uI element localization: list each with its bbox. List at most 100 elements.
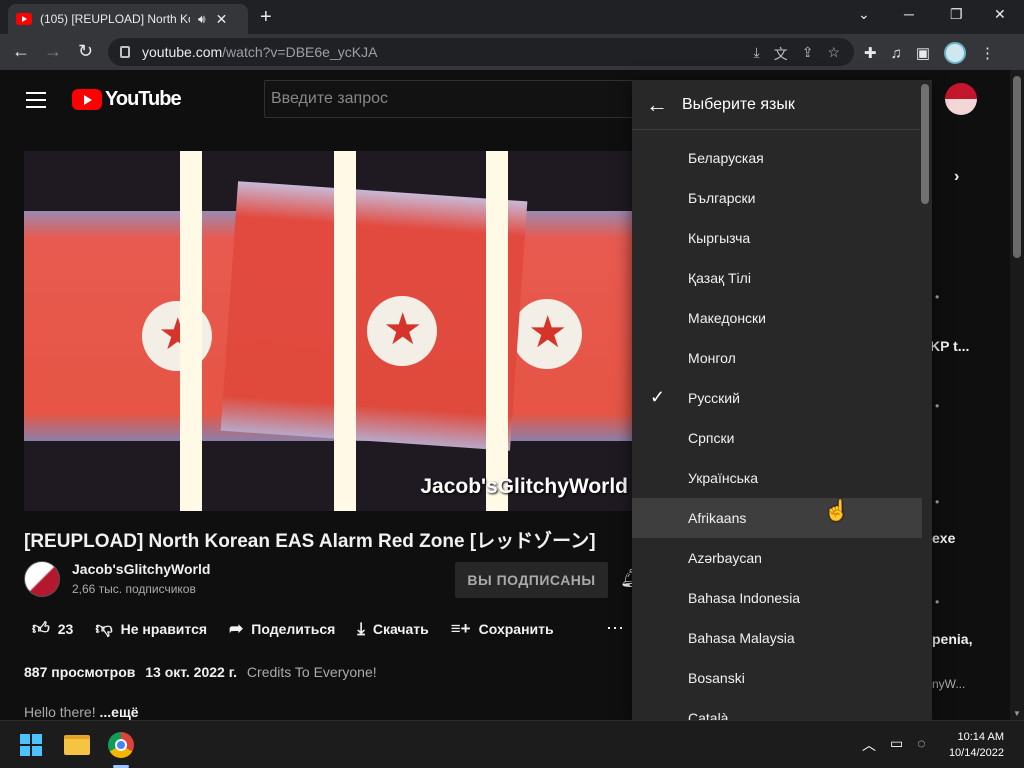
media-control-icon[interactable]: ♫ bbox=[891, 45, 902, 62]
file-explorer-icon[interactable] bbox=[64, 735, 90, 755]
language-option[interactable]: Български bbox=[632, 178, 922, 218]
language-list: Беларуская Български Кыргызча Қазақ Тілі Мак… bbox=[632, 138, 922, 738]
share-label: Поделиться bbox=[251, 620, 336, 637]
video-pillar bbox=[334, 151, 356, 511]
restore-button[interactable]: ❐ bbox=[950, 6, 963, 23]
profile-avatar[interactable] bbox=[944, 42, 967, 64]
thumbs-up-icon: 👍︎ bbox=[32, 619, 50, 638]
language-option[interactable]: Afrikaans bbox=[632, 498, 922, 538]
forward-button[interactable]: → bbox=[44, 41, 62, 62]
language-option-label: Српски bbox=[688, 430, 735, 446]
video-pillar bbox=[486, 151, 508, 511]
chevron-right-icon[interactable]: › bbox=[954, 168, 959, 186]
tab-search-icon[interactable]: ⌄ bbox=[858, 6, 870, 23]
sidebar-dot: • bbox=[935, 399, 940, 413]
side-panel-icon[interactable]: ▣ bbox=[916, 44, 930, 62]
system-clock[interactable]: 10:14 AM 10/14/2022 bbox=[949, 729, 1004, 761]
language-option[interactable]: Српски bbox=[632, 418, 922, 458]
language-option[interactable]: Bahasa Malaysia bbox=[632, 618, 922, 658]
language-option[interactable]: Українська bbox=[632, 458, 922, 498]
show-more-link[interactable]: ...ещё bbox=[99, 704, 138, 720]
windows-start-icon[interactable] bbox=[20, 734, 42, 756]
language-option-label: Кыргызча bbox=[688, 230, 751, 246]
language-menu-scrollbar[interactable] bbox=[921, 84, 929, 204]
page-scrollbar-thumb[interactable] bbox=[1013, 76, 1021, 258]
download-icon: ⤓ bbox=[357, 618, 365, 638]
view-count: 887 просмотров bbox=[24, 664, 136, 680]
system-tray: ︿ ▭ ◌ bbox=[862, 735, 926, 755]
video-watermark: Jacob'sGlitchyWorld bbox=[420, 475, 628, 498]
channel-avatar[interactable] bbox=[24, 561, 60, 597]
url-host: youtube.com bbox=[142, 44, 223, 60]
sidebar-fragment[interactable]: exe bbox=[932, 530, 955, 546]
account-avatar[interactable] bbox=[945, 83, 977, 115]
bookmark-star-icon[interactable]: ☆ bbox=[827, 44, 840, 64]
subscribed-button[interactable]: ВЫ ПОДПИСАНЫ bbox=[455, 562, 608, 598]
upload-date: 13 окт. 2022 г. bbox=[145, 664, 238, 680]
like-button[interactable]: 👍︎ 23 bbox=[32, 618, 73, 639]
language-option-label: Bahasa Indonesia bbox=[688, 590, 801, 606]
translate-icon[interactable]: 文 bbox=[774, 44, 788, 64]
playlist-add-icon: ≡+ bbox=[450, 618, 471, 638]
dislike-button[interactable]: 👎︎ Не нравится bbox=[95, 618, 207, 639]
youtube-play-icon bbox=[72, 89, 102, 110]
scroll-down-icon[interactable]: ▼ bbox=[1013, 709, 1021, 718]
tab-close-icon[interactable]: ✕ bbox=[216, 11, 228, 28]
chrome-icon[interactable] bbox=[108, 732, 134, 758]
language-option[interactable]: Қазақ Тілі bbox=[632, 258, 922, 298]
back-arrow-icon[interactable]: ← bbox=[646, 93, 668, 116]
language-option-label: Afrikaans bbox=[688, 510, 747, 526]
speaker-icon[interactable]: 🔊︎ bbox=[198, 12, 206, 27]
like-count: 23 bbox=[57, 620, 74, 637]
minimize-button[interactable]: ─ bbox=[904, 6, 914, 22]
close-window-button[interactable]: ✕ bbox=[994, 6, 1006, 23]
browser-tab[interactable]: (105) [REUPLOAD] North Korean EAS Alarm … bbox=[8, 4, 248, 34]
new-tab-button[interactable]: + bbox=[260, 6, 272, 29]
language-option[interactable]: Кыргызча bbox=[632, 218, 922, 258]
windows-taskbar: ︿ ▭ ◌ 10:14 AM 10/14/2022 bbox=[0, 720, 1024, 768]
more-actions-icon[interactable]: ⋯ bbox=[606, 618, 624, 639]
youtube-logo[interactable]: YouTube bbox=[72, 88, 182, 111]
page-scrollbar[interactable]: ▼ bbox=[1010, 70, 1024, 720]
download-button[interactable]: ⤓ Скачать bbox=[357, 619, 428, 639]
language-option[interactable]: Монгол bbox=[632, 338, 922, 378]
search-input[interactable]: Введите запрос bbox=[264, 80, 644, 118]
thumbs-down-icon: 👎︎ bbox=[95, 619, 113, 638]
display-icon[interactable]: ▭ bbox=[890, 735, 903, 755]
sidebar-fragment[interactable]: penia, bbox=[932, 631, 972, 647]
network-icon[interactable]: ◌ bbox=[917, 735, 925, 755]
language-option[interactable]: Bosanski bbox=[632, 658, 922, 698]
browser-titlebar: (105) [REUPLOAD] North Korean EAS Alarm … bbox=[0, 0, 1024, 34]
hamburger-menu-icon[interactable] bbox=[26, 92, 46, 113]
hand-cursor-icon: ☝ bbox=[824, 500, 849, 522]
credits-text: Credits To Everyone! bbox=[246, 664, 377, 680]
chevron-up-icon[interactable]: ︿ bbox=[862, 735, 876, 755]
tab-title: (105) [REUPLOAD] North Korean EAS Alarm … bbox=[40, 12, 190, 26]
save-label: Сохранить bbox=[478, 620, 554, 637]
url-text: youtube.com/watch?v=DBE6e_ycKJA bbox=[142, 44, 377, 60]
video-pillar bbox=[180, 151, 202, 511]
reload-button[interactable]: ↻ bbox=[78, 41, 93, 62]
flag-star-icon bbox=[512, 299, 582, 369]
chrome-menu-icon[interactable]: ⋮ bbox=[980, 44, 995, 62]
save-button[interactable]: ≡+ Сохранить bbox=[451, 619, 554, 639]
language-option-label: Bosanski bbox=[688, 670, 745, 686]
address-bar[interactable]: youtube.com/watch?v=DBE6e_ycKJA ⤓ 文 ⇪ ☆ bbox=[108, 38, 854, 66]
video-description[interactable]: Hello there! ...ещё bbox=[24, 704, 139, 720]
video-player[interactable]: Jacob'sGlitchyWorld bbox=[24, 151, 632, 511]
install-app-icon[interactable]: ⤓ bbox=[754, 44, 760, 64]
language-option[interactable]: Bahasa Indonesia bbox=[632, 578, 922, 618]
language-option[interactable]: Azərbaycan bbox=[632, 538, 922, 578]
share-icon[interactable]: ⇪ bbox=[802, 44, 814, 64]
share-button[interactable]: ➦ Поделиться bbox=[229, 619, 335, 639]
extensions-puzzle-icon[interactable]: ✚ bbox=[864, 44, 877, 62]
language-option[interactable]: Беларуская bbox=[632, 138, 922, 178]
sidebar-fragment[interactable]: nyW... bbox=[932, 677, 965, 691]
video-meta: 887 просмотров 13 окт. 2022 г. Credits T… bbox=[24, 664, 377, 680]
language-option[interactable]: Македонски bbox=[632, 298, 922, 338]
lock-icon[interactable] bbox=[120, 46, 130, 58]
sidebar-fragment[interactable]: KP t... bbox=[930, 338, 969, 354]
language-option[interactable]: ✓ Русский bbox=[632, 378, 922, 418]
back-button[interactable]: ← bbox=[12, 41, 30, 62]
channel-name[interactable]: Jacob'sGlitchyWorld bbox=[72, 561, 210, 577]
